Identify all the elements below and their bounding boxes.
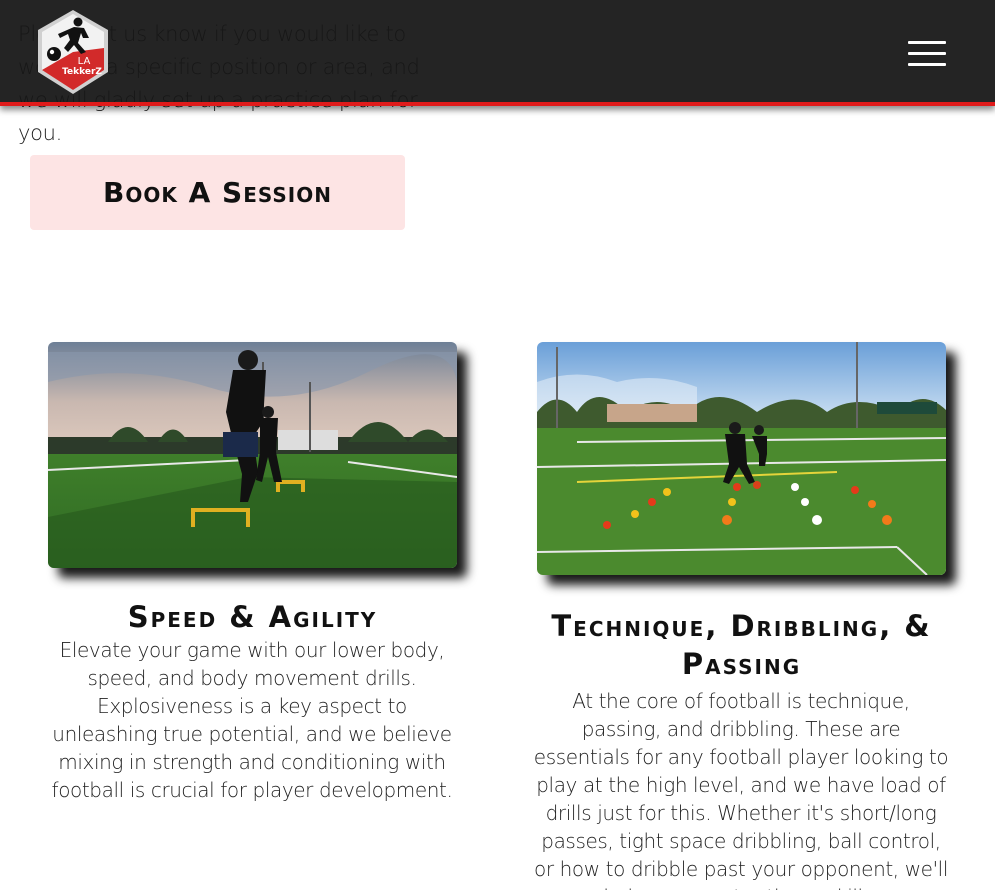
speed-agility-title: Speed & Agility — [127, 600, 378, 634]
site-header: LA TekkerZ — [0, 0, 995, 106]
hamburger-menu-icon[interactable] — [908, 41, 946, 67]
speed-agility-text: Elevate your game with our lower body, s… — [51, 638, 453, 802]
speed-agility-card: Speed & Agility Elevate your game with o… — [48, 342, 457, 804]
site-logo[interactable]: LA TekkerZ — [34, 8, 112, 96]
logo-text-tekkerz: TekkerZ — [62, 67, 102, 77]
speed-agility-photo — [48, 342, 457, 568]
technique-title: Technique, Dribbling, & Passing — [551, 609, 932, 681]
technique-card: Technique, Dribbling, & Passing At the c… — [534, 342, 949, 890]
logo-text-la: LA — [78, 56, 91, 67]
technique-photo — [537, 342, 946, 575]
book-session-button[interactable]: Book A Session — [30, 155, 405, 230]
technique-text: At the core of football is technique, pa… — [533, 689, 949, 890]
